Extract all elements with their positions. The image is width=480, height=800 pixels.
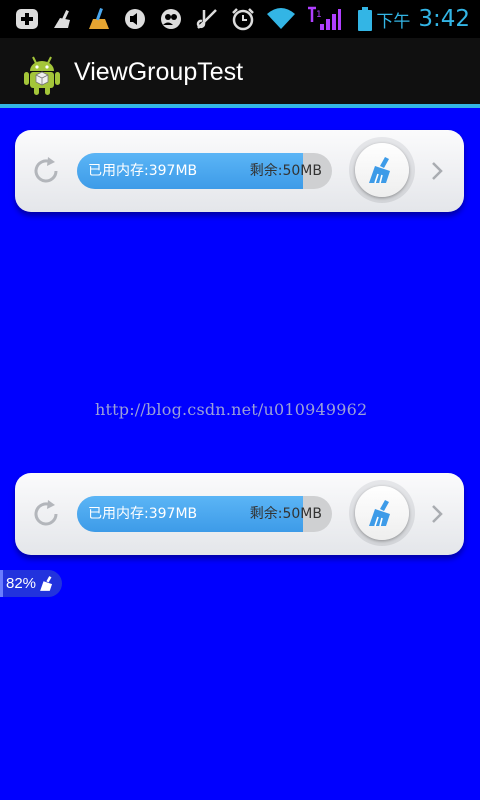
free-memory-label: 剩余:50MB [249,506,322,522]
refresh-icon[interactable] [31,156,61,186]
mute-icon [194,6,220,32]
chevron-right-icon[interactable] [431,161,443,181]
broom-icon [369,500,390,527]
used-memory-label: 已用内存:397MB [88,163,198,179]
battery-icon [354,6,376,32]
contacts-icon [158,6,184,32]
free-memory-label: 剩余:50MB [249,163,322,179]
app-title: ViewGroupTest [74,58,244,86]
clean-button[interactable] [355,143,409,197]
floating-memory-badge[interactable]: 82% [0,570,62,597]
signal-icon: 1 [306,6,342,32]
time-period-label: 下午 [376,11,411,32]
status-bar: 1 下午 3:42 [0,0,480,38]
chevron-right-icon[interactable] [431,504,443,524]
watermark-text: http://blog.csdn.net/u010949962 [95,400,368,419]
alarm-icon [230,6,256,32]
action-bar-divider [0,104,480,108]
wifi-icon [266,6,296,32]
memory-usage-bar: 已用内存:397MB 剩余:50MB [77,153,332,189]
svg-text:1: 1 [316,10,322,20]
refresh-icon[interactable] [31,499,61,529]
broom-icon [369,157,390,184]
clean-button[interactable] [355,486,409,540]
android-icon[interactable] [22,54,62,96]
volume-icon [122,6,148,32]
memory-percent: 82% [6,575,37,592]
memory-widget: 已用内存:397MB 剩余:50MB [15,130,464,212]
memory-usage-bar: 已用内存:397MB 剩余:50MB [77,496,332,532]
broom-icon [40,576,53,591]
clean-icon [50,6,76,32]
used-memory-label: 已用内存:397MB [88,506,198,522]
broom-icon [86,6,112,32]
status-clock: 下午 3:42 [376,0,470,38]
memory-widget: 已用内存:397MB 剩余:50MB [15,473,464,555]
clock-time: 3:42 [418,6,470,32]
add-icon [14,6,40,32]
